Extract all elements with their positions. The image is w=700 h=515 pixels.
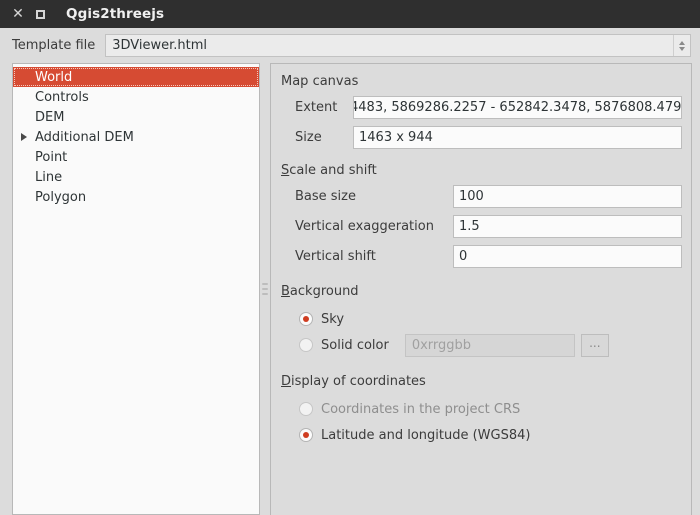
sidebar-item-world[interactable]: World bbox=[13, 67, 259, 87]
extent-value: 4483, 5869286.2257 - 652842.3478, 587680… bbox=[353, 100, 682, 115]
template-file-label: Template file bbox=[12, 38, 96, 53]
extent-input[interactable]: 4483, 5869286.2257 - 652842.3478, 587680… bbox=[353, 96, 682, 119]
size-value: 1463 x 944 bbox=[359, 130, 433, 145]
map-canvas-title: Map canvas bbox=[281, 74, 359, 89]
sidebar-item-polygon[interactable]: Polygon bbox=[13, 187, 259, 207]
panel-splitter[interactable] bbox=[260, 63, 270, 515]
sidebar-item-label: World bbox=[35, 69, 73, 85]
vertical-shift-input[interactable]: 0 bbox=[453, 245, 682, 268]
close-icon[interactable]: ✕ bbox=[8, 4, 28, 24]
sidebar-item-label: Polygon bbox=[35, 189, 87, 205]
sidebar-item-additional-dem[interactable]: Additional DEM bbox=[13, 127, 259, 147]
radio-solid-color[interactable] bbox=[299, 338, 313, 352]
scale-and-shift-group: Scale and shift Base size 100 Vertical e… bbox=[281, 163, 682, 268]
vertical-exaggeration-row: Vertical exaggeration 1.5 bbox=[281, 215, 682, 238]
size-input[interactable]: 1463 x 944 bbox=[353, 126, 682, 149]
base-size-row: Base size 100 bbox=[281, 185, 682, 208]
sidebar-item-label: Point bbox=[35, 149, 68, 165]
vertical-exaggeration-input[interactable]: 1.5 bbox=[453, 215, 682, 238]
vertical-shift-label: Vertical shift bbox=[295, 249, 376, 264]
dialog-body: World Controls DEM Additional DEM Point … bbox=[0, 63, 700, 515]
size-label: Size bbox=[295, 130, 322, 145]
expand-triangle-icon[interactable] bbox=[21, 133, 35, 141]
radio-wgs84-label: Latitude and longitude (WGS84) bbox=[321, 427, 531, 443]
template-file-value: 3DViewer.html bbox=[112, 38, 208, 53]
background-sky-row[interactable]: Sky bbox=[281, 306, 682, 332]
maximize-icon[interactable] bbox=[30, 4, 50, 24]
ellipsis-icon: ... bbox=[589, 335, 601, 350]
display-of-coordinates-mnemonic: D bbox=[281, 374, 292, 389]
sidebar-item-label: Controls bbox=[35, 89, 89, 105]
template-file-row: Template file 3DViewer.html bbox=[0, 28, 700, 63]
scale-and-shift-title: Scale and shift bbox=[281, 163, 682, 178]
radio-sky[interactable] bbox=[299, 312, 313, 326]
title-bar: ✕ Qgis2threejs bbox=[0, 0, 700, 28]
window-title: Qgis2threejs bbox=[66, 6, 165, 22]
sidebar-item-line[interactable]: Line bbox=[13, 167, 259, 187]
template-file-combo[interactable]: 3DViewer.html bbox=[105, 34, 691, 57]
sidebar-item-controls[interactable]: Controls bbox=[13, 87, 259, 107]
qgis2threejs-dialog: ✕ Qgis2threejs Template file 3DViewer.ht… bbox=[0, 0, 700, 515]
background-mnemonic: B bbox=[281, 284, 290, 299]
solid-color-input[interactable]: 0xrrggbb bbox=[404, 333, 575, 357]
vertical-shift-value: 0 bbox=[459, 249, 468, 264]
radio-project-crs[interactable] bbox=[299, 402, 313, 416]
sidebar-item-dem[interactable]: DEM bbox=[13, 107, 259, 127]
splitter-grip-icon[interactable] bbox=[262, 283, 268, 295]
extent-row: Extent 4483, 5869286.2257 - 652842.3478,… bbox=[281, 96, 682, 119]
solid-color-placeholder: 0xrrggbb bbox=[411, 337, 472, 353]
background-group: Background Sky Solid color 0xrrggbb ... bbox=[281, 284, 682, 358]
radio-project-crs-label: Coordinates in the project CRS bbox=[321, 401, 521, 417]
base-size-label: Base size bbox=[295, 189, 356, 204]
sidebar-item-point[interactable]: Point bbox=[13, 147, 259, 167]
color-picker-button[interactable]: ... bbox=[580, 333, 609, 357]
display-of-coordinates-title: Display of coordinates bbox=[281, 374, 682, 389]
extent-label: Extent bbox=[295, 100, 338, 115]
display-of-coordinates-group: Display of coordinates Coordinates in th… bbox=[281, 374, 682, 448]
vertical-exaggeration-label: Vertical exaggeration bbox=[295, 219, 434, 234]
coordinates-project-crs-row[interactable]: Coordinates in the project CRS bbox=[281, 396, 682, 422]
sidebar-item-label: Line bbox=[35, 169, 63, 185]
radio-sky-label: Sky bbox=[321, 311, 345, 327]
background-title: Background bbox=[281, 284, 682, 299]
chevron-up-icon[interactable] bbox=[679, 40, 685, 45]
radio-solid-color-label: Solid color bbox=[321, 337, 389, 353]
vertical-exaggeration-value: 1.5 bbox=[459, 219, 480, 234]
settings-tree[interactable]: World Controls DEM Additional DEM Point … bbox=[12, 63, 260, 515]
base-size-value: 100 bbox=[459, 189, 484, 204]
base-size-input[interactable]: 100 bbox=[453, 185, 682, 208]
world-settings-panel: Map canvas Extent 4483, 5869286.2257 - 6… bbox=[270, 63, 692, 515]
background-title-rest: ackground bbox=[289, 284, 359, 299]
sidebar-item-label: Additional DEM bbox=[35, 129, 134, 145]
sidebar-item-label: DEM bbox=[35, 109, 65, 125]
radio-wgs84[interactable] bbox=[299, 428, 313, 442]
display-of-coordinates-title-rest: isplay of coordinates bbox=[291, 374, 426, 389]
scale-and-shift-title-rest: cale and shift bbox=[289, 163, 377, 178]
coordinates-wgs84-row[interactable]: Latitude and longitude (WGS84) bbox=[281, 422, 682, 448]
template-file-spinner[interactable] bbox=[673, 35, 690, 56]
chevron-down-icon[interactable] bbox=[679, 46, 685, 51]
vertical-shift-row: Vertical shift 0 bbox=[281, 245, 682, 268]
size-row: Size 1463 x 944 bbox=[281, 126, 682, 149]
map-canvas-group: Map canvas Extent 4483, 5869286.2257 - 6… bbox=[281, 74, 682, 149]
background-solid-color-row[interactable]: Solid color 0xrrggbb ... bbox=[281, 332, 682, 358]
